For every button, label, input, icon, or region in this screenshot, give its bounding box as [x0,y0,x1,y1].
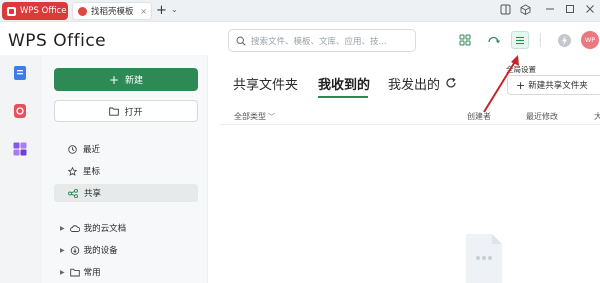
docer-logo-icon [78,6,87,16]
documents-app-icon[interactable] [12,65,28,81]
chevron-down-icon: ﹀ [268,113,275,121]
search-input[interactable]: 搜索文件、模板、文库、应用、技... [228,29,416,52]
sidebar-item-label: 星标 [83,167,101,177]
sidebar-item-label: 我的云文档 [83,224,127,234]
sidebar-item-recent[interactable]: 最近 [54,140,198,158]
new-button[interactable]: + 新建 [54,68,198,91]
wps-logo-icon [7,6,16,16]
active-tab-indicator [318,96,368,98]
folder-open-icon [109,107,120,116]
type-filter-dropdown[interactable]: 全部类型 ﹀ [234,111,275,122]
folder-icon [69,268,80,276]
expand-arrow-icon[interactable]: ▶ [60,247,65,254]
sidebar-item-label: 共享 [84,189,102,199]
menu-icon [516,36,524,44]
expand-arrow-icon[interactable]: ▶ [60,225,65,232]
refresh-icon[interactable] [445,77,457,89]
column-header-size[interactable]: 大 [594,111,600,122]
brand-logo: WPS Office [8,31,107,51]
plus-icon: + [516,78,526,92]
sync-icon[interactable] [484,31,502,49]
column-header-modified[interactable]: 最近修改 [526,111,558,122]
header-divider [540,33,541,47]
sidebar-item-label: 我的设备 [83,246,118,256]
share-icon [68,188,78,198]
new-shared-folder-label: 新建共享文件夹 [528,81,588,91]
title-bar: WPS Office 找稻壳模板 × + ⌄ [0,0,600,22]
sidebar: + 新建 打开 最近 星标 共享 ▶ 我的云文档 ▶ 我的设备 ▶ 常用 [42,55,208,283]
sidebar-item-cloud-docs[interactable]: ▶ 我的云文档 [60,220,126,236]
maximize-icon[interactable] [563,4,577,18]
close-window-icon[interactable] [583,4,597,18]
new-tab-button[interactable]: + [156,3,167,18]
sidebar-item-starred[interactable]: 星标 [54,162,198,180]
header-divider-line [220,124,600,125]
type-filter-label: 全部类型 [234,112,266,121]
search-icon [236,35,246,46]
sidebar-item-frequent[interactable]: ▶ 常用 [60,264,101,280]
avatar[interactable]: WP [581,31,599,49]
sidebar-item-label: 最近 [83,145,101,155]
tab-list-chevron-icon[interactable]: ⌄ [171,5,178,14]
cube-icon[interactable] [518,4,532,18]
cloud-icon [69,224,80,232]
new-shared-folder-button[interactable]: + 新建共享文件夹 [507,75,600,95]
minimize-icon[interactable] [543,4,557,18]
search-placeholder: 搜索文件、模板、文库、应用、技... [251,36,387,47]
apps-app-icon[interactable] [12,141,28,157]
open-button[interactable]: 打开 [54,100,198,122]
clock-icon [68,144,77,154]
expand-arrow-icon[interactable]: ▶ [60,269,65,276]
plus-icon: + [108,72,120,87]
global-settings-button[interactable] [511,31,529,49]
column-header-creator[interactable]: 创建者 [467,111,491,122]
sidebar-item-my-devices[interactable]: ▶ 我的设备 [60,242,118,258]
new-button-label: 新建 [125,76,144,86]
star-icon [68,166,77,176]
apps-grid-icon[interactable] [456,31,474,49]
tab-received[interactable]: 我收到的 [318,74,370,94]
empty-file-icon [466,234,502,283]
open-button-label: 打开 [124,107,143,118]
tab-label: 找稻壳模板 [91,7,134,17]
close-tab-icon[interactable]: × [140,7,147,16]
tab-shared-folders[interactable]: 共享文件夹 [233,74,298,94]
tab-label: WPS Office [20,6,67,16]
tab-wps-office[interactable]: WPS Office [2,2,68,20]
sidebar-item-shared[interactable]: 共享 [54,184,198,202]
tab-template[interactable]: 找稻壳模板 × [72,2,152,20]
pdf-app-icon[interactable] [12,103,28,119]
tab-sent[interactable]: 我发出的 [388,74,440,94]
window-layout-icon[interactable] [498,4,512,18]
sidebar-item-label: 常用 [83,268,101,278]
membership-icon[interactable] [555,31,573,49]
app-rail [0,55,42,283]
device-icon [70,245,79,255]
